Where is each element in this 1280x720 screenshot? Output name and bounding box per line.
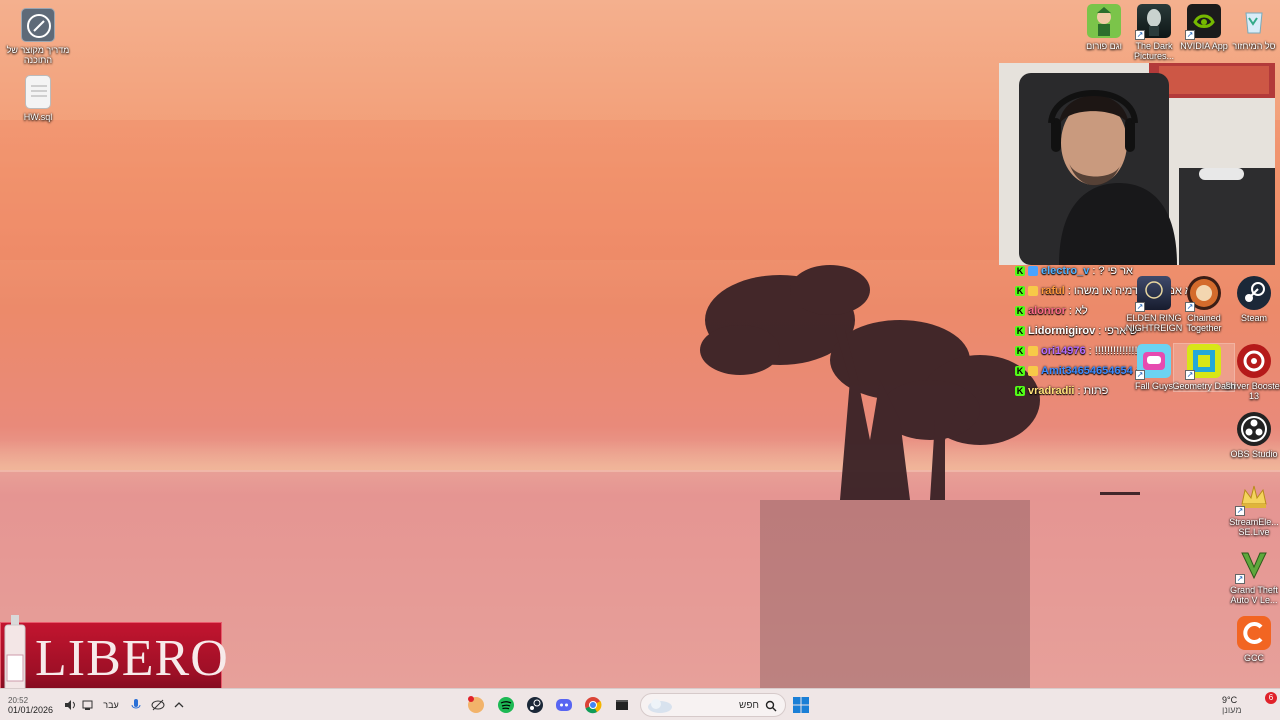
notification-badge: 6 (1265, 692, 1277, 704)
desktop-icon-fall-guys[interactable]: ↗ Fall Guys (1124, 344, 1184, 391)
crown-icon: ↗ (1235, 480, 1271, 516)
chrome-icon[interactable] (582, 689, 604, 720)
desktop-icon-label: HW.sql (23, 112, 53, 122)
perfume-bottle-icon (4, 615, 26, 692)
fall-guys-icon: ↗ (1135, 344, 1171, 380)
search-icon (765, 700, 777, 712)
webcam-overlay (999, 63, 1275, 265)
search-placeholder: חפש (739, 699, 759, 711)
chat-username[interactable]: ori14976 (1041, 345, 1086, 357)
kick-badge-icon: K (1015, 346, 1025, 356)
desktop-icon-gta-v[interactable]: ↗ Grand Theft Auto V Le... (1224, 548, 1280, 605)
spotify-icon[interactable] (495, 689, 517, 720)
chat-username[interactable]: alonror (1028, 305, 1066, 317)
desktop-icon-label: OBS Studio (1230, 449, 1278, 459)
gift-badge-icon (1028, 366, 1038, 376)
app-guide-icon (21, 8, 55, 42)
chained-together-icon: ↗ (1185, 276, 1221, 312)
desktop-icon-label: וגם פורום (1086, 41, 1122, 51)
terminal-icon[interactable] (611, 689, 633, 720)
dark-pictures-icon: ↗ (1135, 4, 1171, 40)
desktop-icon-streamelements[interactable]: ↗ StreamEle... SE.Live (1224, 480, 1280, 537)
start-button[interactable] (790, 689, 812, 720)
chat-separator: : (1067, 285, 1071, 297)
desktop-icon-label: StreamEle... SE.Live (1229, 517, 1279, 537)
driver-booster-icon (1237, 344, 1271, 378)
desktop-icon-hw-sql[interactable]: HW.sql (8, 75, 68, 122)
gift-badge-icon (1028, 286, 1038, 296)
chat-text: פתות (1083, 385, 1109, 397)
cloud-icon (648, 699, 672, 713)
chat-username[interactable]: electro_v (1041, 265, 1089, 277)
kick-badge-icon: K (1015, 386, 1025, 396)
nvidia-icon: ↗ (1185, 4, 1221, 40)
discord-icon[interactable] (553, 689, 575, 720)
microphone-icon[interactable] (128, 689, 144, 720)
elden-ring-icon: ↗ (1135, 276, 1171, 312)
clock-date: 01/01/2026 (8, 704, 54, 715)
desktop-icon-gcc[interactable]: GCC (1224, 616, 1280, 663)
desktop-icon-forum[interactable]: וגם פורום (1074, 4, 1134, 51)
taskbar: 20:52 01/01/2026 עבר חפש 9°C מעונן 6 (0, 688, 1280, 720)
clock[interactable]: 20:52 01/01/2026 (8, 689, 54, 720)
language-indicator[interactable]: עבר (100, 689, 122, 720)
obs-studio-icon (1237, 412, 1271, 446)
windows-logo-icon (793, 697, 809, 713)
promo-banner: LIBERO (0, 615, 228, 696)
kick-badge-icon: K (1015, 306, 1025, 316)
weather-desc: מעונן (1222, 705, 1242, 715)
document-file-icon (25, 75, 51, 109)
desktop-icon-label: GCC (1244, 653, 1264, 663)
gift-badge-icon (1028, 346, 1038, 356)
taskbar-app-avatar[interactable] (465, 689, 487, 720)
promo-brand-text: LIBERO (35, 630, 229, 687)
steam-taskbar-icon[interactable] (524, 689, 546, 720)
chat-separator: : (1092, 265, 1096, 277)
chat-separator: : (1098, 325, 1102, 337)
volume-icon[interactable] (62, 689, 78, 720)
chat-username[interactable]: Lidormigirov (1028, 325, 1095, 337)
language-label: עבר (103, 700, 119, 710)
gcc-icon (1237, 616, 1271, 650)
clock-time: 20:52 (8, 695, 29, 705)
network-icon[interactable] (80, 689, 96, 720)
eye-off-icon[interactable] (150, 689, 166, 720)
kick-badge-icon: K (1015, 326, 1025, 336)
kick-badge-icon: K (1015, 266, 1025, 276)
chat-username[interactable]: Amit34654654654 (1041, 365, 1133, 377)
geometry-dash-icon: ↗ (1185, 344, 1221, 380)
desktop-icon-label: מדריך מקוצר של התוכנה (6, 45, 70, 65)
chat-separator: : (1088, 345, 1092, 357)
subscriber-badge-icon (1028, 266, 1038, 276)
chat-separator: : (1077, 385, 1081, 397)
cartoon-character-icon (1087, 4, 1121, 38)
desktop-icon-label: Grand Theft Auto V Le... (1230, 585, 1278, 605)
chevron-up-icon[interactable] (172, 689, 186, 720)
chat-username[interactable]: raful (1041, 285, 1065, 297)
steam-icon (1237, 276, 1271, 310)
desktop-icon-obs-studio[interactable]: OBS Studio (1224, 412, 1280, 459)
chat-username[interactable]: vradradii (1028, 385, 1074, 397)
desktop-icon-label: Fall Guys (1134, 381, 1173, 391)
chat-separator: : (1068, 305, 1072, 317)
desktop-icon-quick-guide[interactable]: מדריך מקוצר של התוכנה (6, 8, 70, 65)
kick-badge-icon: K (1015, 366, 1025, 376)
taskbar-search[interactable]: חפש (640, 693, 786, 717)
chat-text: לא (1074, 305, 1088, 317)
kick-badge-icon: K (1015, 286, 1025, 296)
weather-temp: 9°C (1222, 695, 1238, 705)
desktop-icon-label: ELDEN RING NIGHTREIGN (1125, 313, 1183, 333)
recycle-bin-icon (1237, 4, 1271, 38)
gta-v-icon: ↗ (1235, 548, 1271, 584)
desktop-icon-elden-ring[interactable]: ↗ ELDEN RING NIGHTREIGN (1124, 276, 1184, 333)
